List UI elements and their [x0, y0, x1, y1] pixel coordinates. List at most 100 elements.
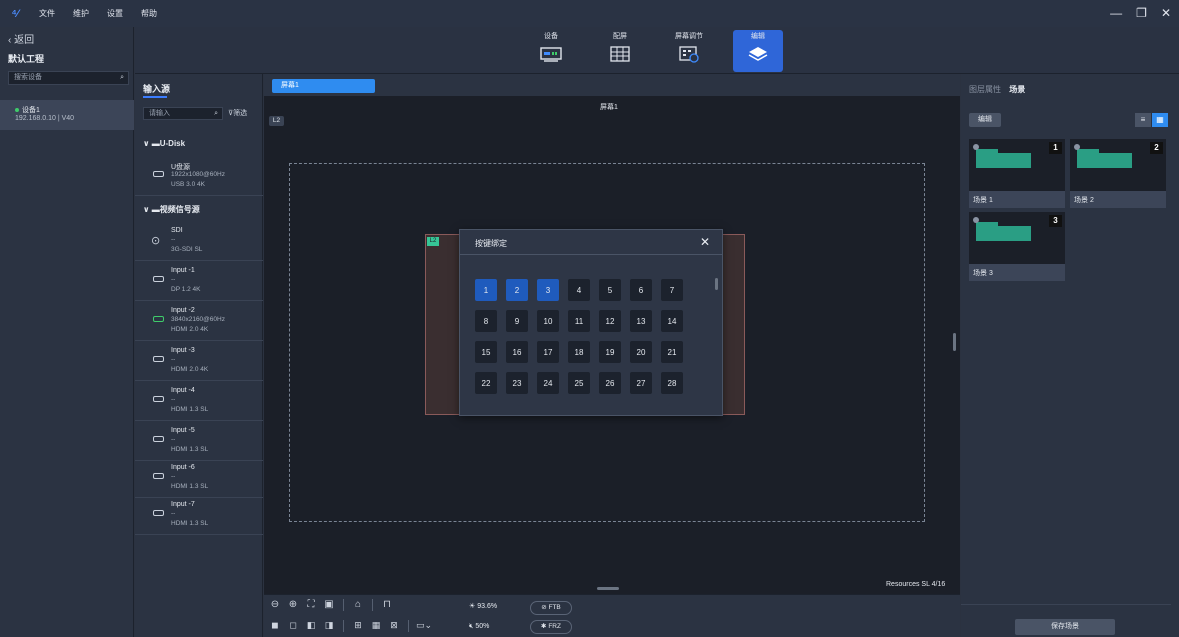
- key-button[interactable]: 27: [630, 372, 652, 394]
- tab-screen-1[interactable]: 屏幕1: [272, 79, 375, 93]
- key-button[interactable]: 1: [475, 279, 497, 301]
- key-button[interactable]: 14: [661, 310, 683, 332]
- tool-device[interactable]: 设备: [526, 30, 576, 72]
- key-button[interactable]: 17: [537, 341, 559, 363]
- grid-icon[interactable]: ⊠: [387, 620, 401, 632]
- key-button[interactable]: 9: [506, 310, 528, 332]
- scene-edit-button[interactable]: 编辑: [969, 113, 1001, 127]
- key-button[interactable]: 6: [630, 279, 652, 301]
- key-button[interactable]: 21: [661, 341, 683, 363]
- menu-settings[interactable]: 设置: [98, 0, 132, 27]
- key-button[interactable]: 2: [506, 279, 528, 301]
- source-item-input-3[interactable]: Input -3 -- HDMI 2.0 4K: [135, 343, 263, 381]
- group-video-sources[interactable]: ∨ ▬视频信号源: [143, 204, 200, 215]
- key-button[interactable]: 7: [661, 279, 683, 301]
- key-button[interactable]: 26: [599, 372, 621, 394]
- restore-icon[interactable]: ❐: [1136, 0, 1147, 27]
- minimize-icon[interactable]: —: [1110, 0, 1122, 27]
- list-view-icon[interactable]: ≡: [1135, 113, 1151, 127]
- backward-icon[interactable]: ◨: [322, 620, 336, 632]
- key-button[interactable]: 23: [506, 372, 528, 394]
- scene-card[interactable]: 3 场景 3: [969, 212, 1065, 281]
- layout-icon[interactable]: ▦: [369, 620, 383, 632]
- source-item-input-6[interactable]: Input -6 -- HDMI 1.3 SL: [135, 460, 263, 498]
- tool-screen-config[interactable]: 配屏: [595, 30, 645, 72]
- key-button[interactable]: 13: [630, 310, 652, 332]
- key-button[interactable]: 3: [537, 279, 559, 301]
- source-item-input-4[interactable]: Input -4 -- HDMI 1.3 SL: [135, 383, 263, 421]
- key-button[interactable]: 5: [599, 279, 621, 301]
- source-item-sdi[interactable]: SDI ⊙ -- 3G-SDI SL: [135, 223, 263, 261]
- clear-icon[interactable]: ⌂: [351, 599, 365, 611]
- brightness-control[interactable]: ☀ 93.6%: [469, 602, 497, 610]
- search-icon[interactable]: ⌕: [214, 108, 218, 119]
- key-button[interactable]: 16: [506, 341, 528, 363]
- fit-icon[interactable]: ⛶: [304, 599, 318, 611]
- ftb-button[interactable]: ⊘ FTB: [530, 601, 572, 615]
- thumb-layer: [976, 153, 1031, 168]
- horizontal-scrollbar[interactable]: [597, 587, 619, 590]
- send-back-icon[interactable]: ◻: [286, 620, 300, 632]
- source-type: HDMI 1.3 SL: [171, 406, 209, 413]
- device-search-placeholder: 搜索设备: [14, 74, 42, 81]
- port-icon: [153, 171, 164, 177]
- close-icon[interactable]: ✕: [1161, 0, 1171, 27]
- frz-button[interactable]: ✱ FRZ: [530, 620, 572, 634]
- close-icon[interactable]: ✕: [700, 235, 710, 249]
- key-button[interactable]: 24: [537, 372, 559, 394]
- source-type: DP 1.2 4K: [171, 286, 201, 293]
- vertical-scrollbar[interactable]: [953, 333, 956, 351]
- unlock-icon[interactable]: ⊓: [380, 599, 394, 611]
- key-button[interactable]: 8: [475, 310, 497, 332]
- group-udisk[interactable]: ∨ ▬U-Disk: [143, 139, 185, 148]
- grid-view-icon[interactable]: ▦: [1152, 113, 1168, 127]
- source-item-input-2[interactable]: Input -2 3840x2160@60Hz HDMI 2.0 4K: [135, 303, 263, 341]
- tab-layer-properties[interactable]: 图层属性: [969, 85, 1001, 94]
- bring-front-icon[interactable]: ◼: [268, 620, 282, 632]
- hdmi-port-icon: [153, 510, 164, 516]
- source-item-udisk[interactable]: U盘源 1922x1080@60Hz USB 3.0 4K: [135, 158, 263, 196]
- scene-select-radio[interactable]: [1074, 144, 1080, 150]
- zoom-in-icon[interactable]: ⊕: [286, 599, 300, 611]
- volume-control[interactable]: 🔇︎ 50%: [469, 623, 489, 631]
- scene-card[interactable]: 1 场景 1: [969, 139, 1065, 208]
- key-button[interactable]: 19: [599, 341, 621, 363]
- key-button[interactable]: 18: [568, 341, 590, 363]
- source-item-input-5[interactable]: Input -5 -- HDMI 1.3 SL: [135, 423, 263, 461]
- scene-select-radio[interactable]: [973, 217, 979, 223]
- source-item-input-1[interactable]: Input -1 -- DP 1.2 4K: [135, 263, 263, 301]
- menu-help[interactable]: 帮助: [132, 0, 166, 27]
- key-button[interactable]: 25: [568, 372, 590, 394]
- key-button[interactable]: 11: [568, 310, 590, 332]
- tool-screen-adjust[interactable]: 屏幕调节: [664, 30, 714, 72]
- key-button[interactable]: 4: [568, 279, 590, 301]
- key-button[interactable]: 28: [661, 372, 683, 394]
- tool-device-label: 设备: [544, 33, 558, 40]
- source-search-input[interactable]: 请输入 ⌕: [143, 107, 223, 120]
- fullscreen-icon[interactable]: ▣: [322, 599, 336, 611]
- filter-button[interactable]: ⊽筛选: [228, 108, 247, 118]
- menu-file[interactable]: 文件: [30, 0, 64, 27]
- scene-card[interactable]: 2 场景 2: [1070, 139, 1166, 208]
- align-icon[interactable]: ⊞: [351, 620, 365, 632]
- save-scene-button[interactable]: 保存场景: [1015, 619, 1115, 635]
- key-button[interactable]: 12: [599, 310, 621, 332]
- search-icon[interactable]: ⌕: [120, 72, 124, 84]
- scene-select-radio[interactable]: [973, 144, 979, 150]
- forward-icon[interactable]: ◧: [304, 620, 318, 632]
- menu-maintenance[interactable]: 维护: [64, 0, 98, 27]
- zoom-out-icon[interactable]: ⊖: [268, 599, 282, 611]
- tool-edit[interactable]: 编辑: [733, 30, 783, 72]
- key-button[interactable]: 20: [630, 341, 652, 363]
- source-item-input-7[interactable]: Input -7 -- HDMI 1.3 SL: [135, 497, 263, 535]
- project-title: 默认工程: [8, 54, 45, 64]
- device-list-item[interactable]: 设备1 192.168.0.10 | V40: [0, 100, 134, 130]
- tab-scenes[interactable]: 场景: [1009, 85, 1025, 94]
- device-search-input[interactable]: 搜索设备 ⌕: [8, 71, 129, 85]
- back-button[interactable]: ‹ 返回: [8, 31, 34, 46]
- key-button[interactable]: 22: [475, 372, 497, 394]
- dialog-scrollbar[interactable]: [715, 278, 718, 290]
- key-button[interactable]: 15: [475, 341, 497, 363]
- window-dropdown-icon[interactable]: ▭⌄: [416, 620, 432, 632]
- key-button[interactable]: 10: [537, 310, 559, 332]
